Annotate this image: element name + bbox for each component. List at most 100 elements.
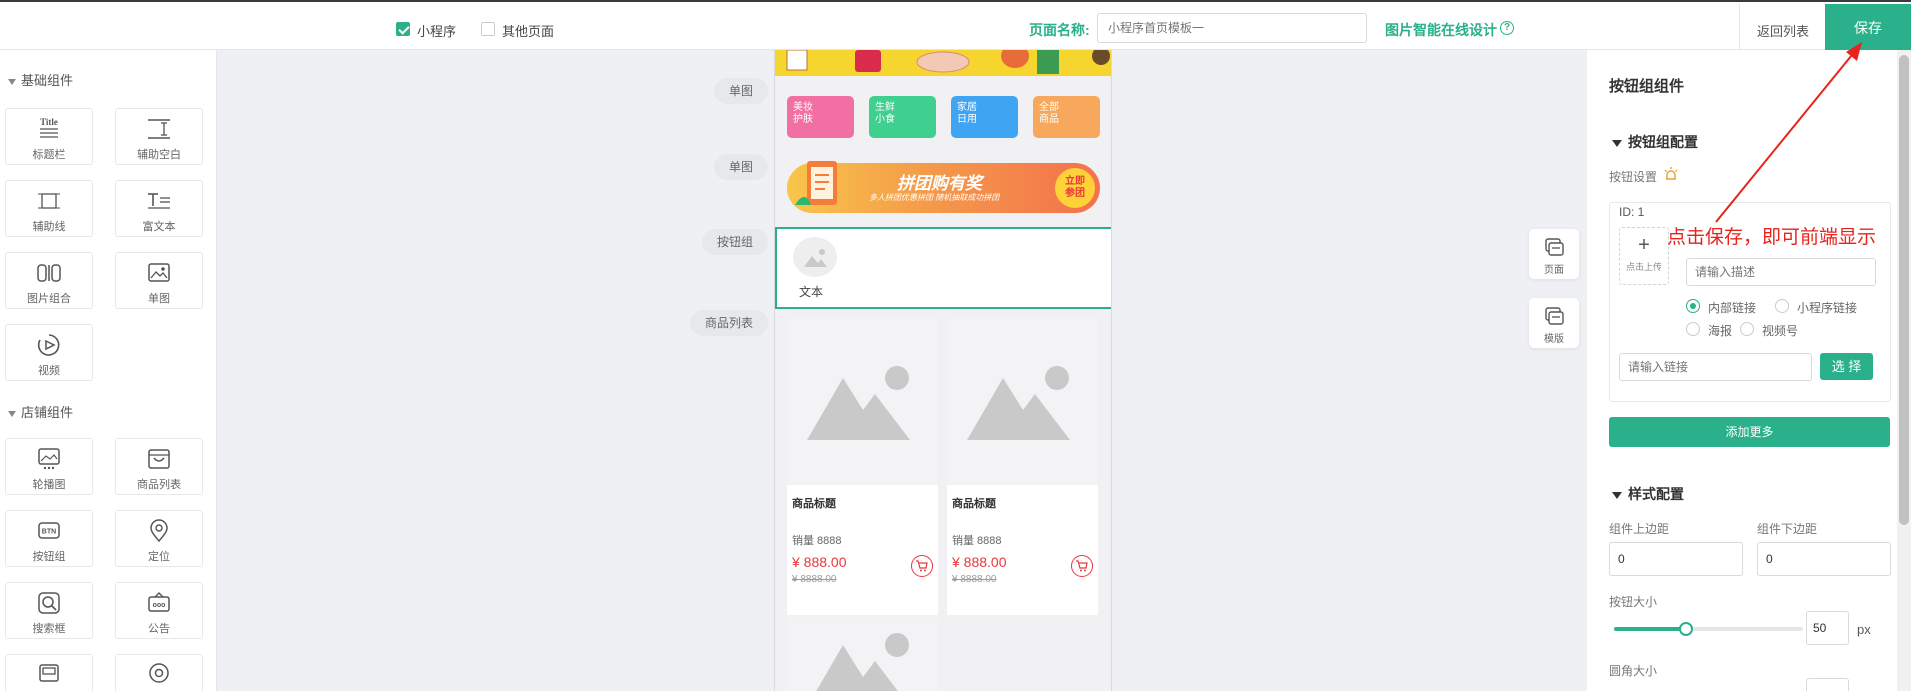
- miniprogram-link-radio[interactable]: [1775, 299, 1789, 313]
- component-location[interactable]: 定位: [115, 510, 203, 567]
- banner-title: 拼团购有奖: [897, 174, 982, 193]
- component-label: 辅助空白: [137, 149, 181, 161]
- phone-preview: 美妆 护肤 生鲜 小食 家居 日用 全部 商品 拼团购有奖 多人拼团优惠拼团 随…: [774, 50, 1112, 691]
- top-banner-image[interactable]: [775, 50, 1111, 76]
- category-line: 全部: [1039, 102, 1059, 113]
- component-label: 标题栏: [32, 149, 66, 161]
- image-design-link[interactable]: 图片智能在线设计: [1385, 20, 1497, 40]
- category-line: 生鲜: [875, 102, 895, 113]
- button-group-preview[interactable]: 文本: [775, 227, 1111, 309]
- product-list-icon: [146, 446, 172, 472]
- link-input[interactable]: [1619, 353, 1812, 381]
- component-single-image[interactable]: 单图: [115, 252, 203, 309]
- description-input[interactable]: [1686, 258, 1876, 286]
- page-settings-button[interactable]: 页面: [1529, 229, 1579, 279]
- product-card[interactable]: 商品标题 销量 8888 ¥ 888.00 ¥ 8888.00: [787, 318, 938, 615]
- product-price: ¥ 888.00: [952, 554, 1007, 570]
- button-config-section[interactable]: 按钮组配置: [1612, 132, 1698, 152]
- button-size-input[interactable]: [1806, 611, 1849, 645]
- slider-fill: [1614, 627, 1686, 631]
- component-notice[interactable]: ooo 公告: [115, 582, 203, 639]
- component-video[interactable]: 视频: [5, 324, 93, 381]
- cart-icon[interactable]: [1071, 555, 1093, 577]
- other-pages-checkbox[interactable]: [481, 22, 495, 36]
- product-card[interactable]: 商品标题 销量 8888 ¥ 888.00 ¥ 8888.00: [947, 318, 1098, 615]
- location-icon: [146, 518, 172, 544]
- miniprogram-link-label: 小程序链接: [1797, 301, 1858, 315]
- cart-icon[interactable]: [911, 555, 933, 577]
- component-module[interactable]: [5, 654, 93, 691]
- category-beauty[interactable]: 美妆 护肤: [787, 96, 854, 138]
- canvas-label-single-image[interactable]: 单图: [714, 154, 768, 180]
- component-label: 视频: [38, 365, 60, 377]
- canvas-label-product-list[interactable]: 商品列表: [690, 310, 768, 336]
- component-label: 单图: [148, 293, 170, 305]
- component-label: 辅助线: [32, 221, 66, 233]
- shop-components-title[interactable]: 店铺组件: [8, 402, 73, 421]
- component-search-box[interactable]: 搜索框: [5, 582, 93, 639]
- product-old-price: ¥ 8888.00: [952, 574, 997, 585]
- lightbulb-icon[interactable]: [1663, 166, 1679, 182]
- basic-components-title[interactable]: 基础组件: [8, 70, 73, 89]
- miniprogram-checkbox[interactable]: [396, 22, 410, 36]
- add-more-button[interactable]: 添加更多: [1609, 417, 1890, 447]
- bottom-margin-label: 组件下边距: [1757, 522, 1818, 536]
- component-button-group[interactable]: BTN 按钮组: [5, 510, 93, 567]
- image-upload[interactable]: + 点击上传: [1619, 227, 1669, 285]
- slider-handle[interactable]: [1678, 622, 1693, 636]
- internal-link-radio[interactable]: [1686, 299, 1700, 313]
- category-fresh[interactable]: 生鲜 小食: [869, 96, 936, 138]
- product-sales: 销量 8888: [952, 535, 1002, 547]
- component-divider-line[interactable]: 辅助线: [5, 180, 93, 237]
- template-icon: [1545, 307, 1564, 325]
- category-line: 日用: [957, 114, 977, 125]
- page-name-input[interactable]: [1097, 13, 1367, 43]
- poster-radio[interactable]: [1686, 322, 1700, 336]
- internal-link-label: 内部链接: [1708, 301, 1757, 315]
- product-title: 商品标题: [952, 498, 996, 510]
- component-panel: 基础组件 Title 标题栏 辅助空白 辅助线 富文本 图片组合 单图 视频 店…: [0, 50, 217, 691]
- template-button[interactable]: 模版: [1529, 298, 1579, 348]
- component-blank-space[interactable]: 辅助空白: [115, 108, 203, 165]
- canvas-label-single-image[interactable]: 单图: [714, 78, 768, 104]
- component-label: 公告: [148, 623, 170, 635]
- product-card[interactable]: [787, 617, 938, 691]
- module-icon: [36, 662, 62, 688]
- help-icon[interactable]: ?: [1500, 21, 1514, 35]
- radius-label: 圆角大小: [1609, 664, 1658, 678]
- component-circle[interactable]: [115, 654, 203, 691]
- poster-label: 海报: [1708, 324, 1733, 338]
- group-buy-banner[interactable]: 拼团购有奖 多人拼团优惠拼团 随机抽取成功拼团 立即 参团: [787, 161, 1100, 213]
- back-to-list-button[interactable]: 返回列表: [1757, 21, 1809, 40]
- scrollbar-thumb[interactable]: [1899, 55, 1909, 525]
- component-carousel[interactable]: 轮播图: [5, 438, 93, 495]
- button-size-slider[interactable]: [1614, 622, 1803, 636]
- button-image-placeholder: [793, 237, 837, 277]
- component-label: 按钮组: [32, 551, 66, 563]
- select-link-button[interactable]: 选 择: [1820, 353, 1873, 380]
- top-margin-input[interactable]: [1609, 542, 1743, 576]
- category-all[interactable]: 全部 商品: [1033, 96, 1100, 138]
- bottom-margin-input[interactable]: [1757, 542, 1891, 576]
- component-rich-text[interactable]: 富文本: [115, 180, 203, 237]
- title-icon: Title: [36, 116, 62, 142]
- product-sales: 销量 8888: [792, 535, 842, 547]
- component-label: 富文本: [142, 221, 176, 233]
- component-product-list[interactable]: 商品列表: [115, 438, 203, 495]
- top-margin-label: 组件上边距: [1609, 522, 1670, 536]
- page-name-label: 页面名称:: [1029, 22, 1090, 38]
- video-channel-radio[interactable]: [1740, 322, 1754, 336]
- category-line: 家居: [957, 102, 977, 113]
- component-label: 图片组合: [27, 293, 71, 305]
- radius-input[interactable]: [1806, 678, 1849, 691]
- style-config-section[interactable]: 样式配置: [1612, 484, 1684, 504]
- canvas-label-button-group[interactable]: 按钮组: [702, 229, 768, 255]
- join-group-badge[interactable]: 立即 参团: [1055, 168, 1095, 208]
- component-title-bar[interactable]: Title 标题栏: [5, 108, 93, 165]
- component-image-combo[interactable]: 图片组合: [5, 252, 93, 309]
- badge-line: 立即: [1065, 176, 1085, 187]
- product-image-placeholder: [787, 318, 938, 485]
- category-home[interactable]: 家居 日用: [951, 96, 1018, 138]
- product-image-placeholder: [787, 617, 938, 691]
- annotation-text: 点击保存，即可前端显示: [1667, 226, 1877, 248]
